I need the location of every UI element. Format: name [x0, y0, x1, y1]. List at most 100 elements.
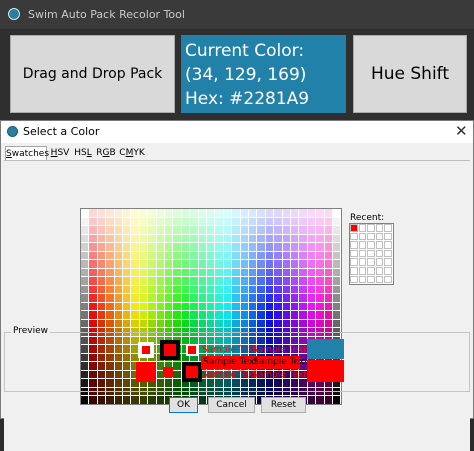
swatch-cell[interactable] — [215, 294, 223, 302]
recent-swatch-grid[interactable] — [349, 223, 394, 285]
swatch-cell[interactable] — [265, 217, 274, 225]
swatch-cell[interactable] — [324, 311, 332, 319]
swatch-cell[interactable] — [307, 285, 316, 293]
swatch-cell[interactable] — [240, 243, 248, 251]
recent-swatch-cell[interactable] — [384, 224, 392, 232]
swatch-cell[interactable] — [106, 260, 114, 268]
swatch-cell[interactable] — [324, 294, 332, 302]
recent-swatch-cell[interactable] — [384, 258, 392, 266]
swatch-cell[interactable] — [131, 302, 139, 310]
swatch-cell[interactable] — [307, 277, 316, 285]
swatch-cell[interactable] — [156, 302, 164, 310]
swatch-cell[interactable] — [207, 268, 215, 276]
swatch-cell[interactable] — [181, 319, 190, 327]
swatch-cell[interactable] — [123, 302, 131, 310]
swatch-cell[interactable] — [114, 260, 122, 268]
swatch-cell[interactable] — [333, 226, 341, 234]
swatch-cell[interactable] — [156, 226, 164, 234]
swatch-cell[interactable] — [190, 294, 198, 302]
swatch-cell[interactable] — [131, 311, 139, 319]
swatch-cell[interactable] — [97, 226, 106, 234]
swatch-cell[interactable] — [131, 217, 139, 225]
swatch-cell[interactable] — [324, 319, 332, 327]
swatch-cell[interactable] — [257, 277, 265, 285]
swatch-cell[interactable] — [316, 234, 324, 242]
swatch-cell[interactable] — [148, 243, 156, 251]
swatch-cell[interactable] — [114, 319, 122, 327]
swatch-cell[interactable] — [232, 277, 240, 285]
swatch-cell[interactable] — [173, 311, 181, 319]
swatch-cell[interactable] — [89, 319, 97, 327]
swatch-cell[interactable] — [89, 234, 97, 242]
swatch-cell[interactable] — [89, 268, 97, 276]
swatch-cell[interactable] — [316, 277, 324, 285]
recent-swatch-cell[interactable] — [375, 275, 384, 284]
swatch-cell[interactable] — [165, 319, 173, 327]
swatch-cell[interactable] — [274, 268, 282, 276]
recent-swatch-cell[interactable] — [367, 258, 375, 266]
swatch-cell[interactable] — [81, 234, 89, 242]
swatch-cell[interactable] — [173, 251, 181, 259]
swatch-cell[interactable] — [291, 302, 299, 310]
swatch-cell[interactable] — [123, 234, 131, 242]
swatch-cell[interactable] — [97, 311, 106, 319]
swatch-cell[interactable] — [198, 226, 206, 234]
swatch-cell[interactable] — [123, 251, 131, 259]
recent-swatch-cell[interactable] — [358, 275, 367, 284]
swatch-cell[interactable] — [123, 285, 131, 293]
swatch-cell[interactable] — [89, 217, 97, 225]
swatch-cell[interactable] — [156, 319, 164, 327]
swatch-cell[interactable] — [181, 251, 190, 259]
swatch-cell[interactable] — [156, 294, 164, 302]
swatch-cell[interactable] — [123, 243, 131, 251]
swatch-cell[interactable] — [131, 319, 139, 327]
swatch-cell[interactable] — [139, 234, 148, 242]
swatch-cell[interactable] — [307, 209, 316, 217]
swatch-cell[interactable] — [190, 234, 198, 242]
tab-cmyk[interactable]: CMYK — [119, 146, 145, 160]
swatch-cell[interactable] — [299, 260, 307, 268]
swatch-cell[interactable] — [198, 311, 206, 319]
swatch-cell[interactable] — [148, 217, 156, 225]
swatch-cell[interactable] — [207, 311, 215, 319]
swatch-cell[interactable] — [207, 251, 215, 259]
swatch-cell[interactable] — [190, 311, 198, 319]
swatch-cell[interactable] — [106, 294, 114, 302]
swatch-cell[interactable] — [97, 285, 106, 293]
swatch-cell[interactable] — [282, 243, 290, 251]
recent-swatch-cell[interactable] — [350, 249, 358, 258]
swatch-cell[interactable] — [316, 396, 324, 404]
swatch-cell[interactable] — [333, 243, 341, 251]
recent-swatch-cell[interactable] — [350, 224, 358, 232]
swatch-cell[interactable] — [215, 260, 223, 268]
recent-swatch-cell[interactable] — [350, 232, 358, 241]
swatch-cell[interactable] — [139, 260, 148, 268]
swatch-cell[interactable] — [165, 294, 173, 302]
swatch-cell[interactable] — [190, 209, 198, 217]
tab-rgb[interactable]: RGB — [96, 146, 116, 160]
swatch-cell[interactable] — [173, 277, 181, 285]
recent-swatch-cell[interactable] — [367, 224, 375, 232]
swatch-cell[interactable] — [156, 209, 164, 217]
swatch-cell[interactable] — [106, 277, 114, 285]
swatch-cell[interactable] — [81, 243, 89, 251]
swatch-cell[interactable] — [240, 234, 248, 242]
swatch-cell[interactable] — [114, 396, 122, 404]
swatch-cell[interactable] — [274, 209, 282, 217]
swatch-cell[interactable] — [249, 311, 257, 319]
swatch-cell[interactable] — [265, 268, 274, 276]
swatch-cell[interactable] — [232, 311, 240, 319]
swatch-cell[interactable] — [291, 311, 299, 319]
swatch-cell[interactable] — [291, 234, 299, 242]
swatch-cell[interactable] — [139, 268, 148, 276]
swatch-cell[interactable] — [106, 396, 114, 404]
swatch-cell[interactable] — [291, 226, 299, 234]
swatch-cell[interactable] — [181, 268, 190, 276]
swatch-cell[interactable] — [265, 285, 274, 293]
swatch-cell[interactable] — [282, 319, 290, 327]
swatch-cell[interactable] — [257, 260, 265, 268]
swatch-cell[interactable] — [215, 251, 223, 259]
swatch-cell[interactable] — [324, 217, 332, 225]
swatch-cell[interactable] — [307, 260, 316, 268]
swatch-cell[interactable] — [97, 243, 106, 251]
